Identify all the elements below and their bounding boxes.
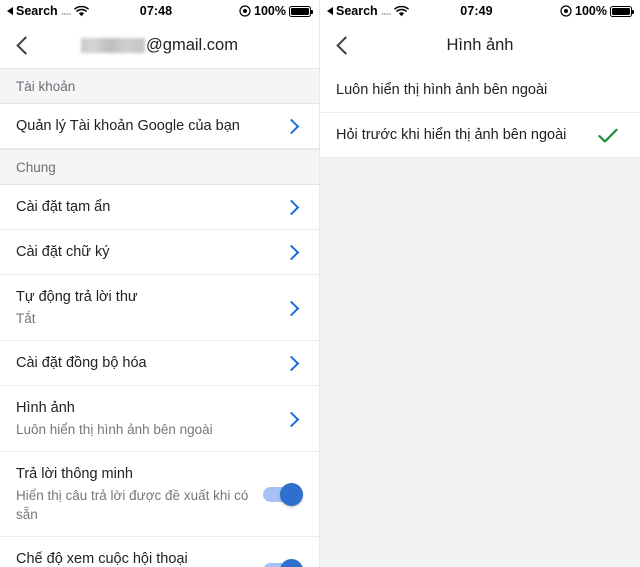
row-texts: Hình ảnh Luôn hiển thị hình ảnh bên ngoà… (16, 399, 286, 439)
toggle-knob (280, 558, 303, 567)
dual-screenshot-container: Search .... 07:48 100% @gmail.com Tài kh… (0, 0, 640, 567)
row-texts: Tự động trả lời thư Tắt (16, 288, 286, 328)
left-phone-screen: Search .... 07:48 100% @gmail.com Tài kh… (0, 0, 320, 567)
list-item-snooze-settings[interactable]: Cài đặt tạm ẩn (0, 185, 319, 230)
list-item-title: Tự động trả lời thư (16, 289, 138, 305)
battery-full-icon (610, 5, 635, 17)
left-status-bar: Search .... 07:48 100% (0, 0, 319, 22)
chevron-right-icon (283, 300, 300, 316)
list-item-conversation-view[interactable]: Chế độ xem cuộc hội thoại Nhóm các email… (0, 537, 319, 567)
images-options-list: Luôn hiển thị hình ảnh bên ngoài Hỏi trư… (320, 68, 640, 158)
signal-dots-icon: .... (60, 4, 72, 18)
row-texts: Quản lý Tài khoản Google của bạn (16, 117, 286, 136)
option-ask-before-showing-images[interactable]: Hỏi trước khi hiển thị ảnh bên ngoài (320, 113, 640, 158)
status-back-label[interactable]: Search (16, 4, 58, 18)
back-button[interactable] (0, 22, 46, 68)
chevron-left-icon (335, 35, 355, 55)
list-item-sync-settings[interactable]: Cài đặt đồng bộ hóa (0, 341, 319, 386)
back-button[interactable] (320, 22, 366, 68)
section-header-general: Chung (0, 149, 319, 185)
row-texts: Hỏi trước khi hiển thị ảnh bên ngoài (336, 126, 598, 145)
status-back-label[interactable]: Search (336, 4, 378, 18)
list-item-title: Quản lý Tài khoản Google của bạn (16, 118, 240, 134)
right-scroll-area: Luôn hiển thị hình ảnh bên ngoài Hỏi trư… (320, 68, 640, 567)
left-nav-bar: @gmail.com (0, 22, 319, 68)
toggle-knob (280, 483, 303, 506)
list-item-subtitle: Hiển thị câu trả lời được đề xuất khi có… (16, 488, 249, 522)
wifi-icon (73, 5, 89, 17)
list-item-subtitle: Luôn hiển thị hình ảnh bên ngoài (16, 422, 213, 437)
page-title: @gmail.com (0, 36, 319, 55)
conversation-view-toggle[interactable] (263, 558, 303, 567)
battery-full-icon (289, 5, 314, 17)
list-item-signature-settings[interactable]: Cài đặt chữ ký (0, 230, 319, 275)
back-to-search-triangle-icon[interactable] (7, 7, 13, 15)
list-item-title: Hình ảnh (16, 400, 75, 416)
right-nav-bar: Hình ảnh (320, 22, 640, 68)
signal-dots-icon: .... (380, 4, 392, 18)
row-texts: Cài đặt chữ ký (16, 243, 286, 262)
status-bar-right-group: 100% (499, 4, 635, 18)
left-scroll-area[interactable]: Tài khoản Quản lý Tài khoản Google của b… (0, 68, 319, 567)
option-always-show-images[interactable]: Luôn hiển thị hình ảnh bên ngoài (320, 68, 640, 113)
checkmark-icon (598, 128, 618, 144)
option-label: Hỏi trước khi hiển thị ảnh bên ngoài (336, 127, 567, 143)
chevron-left-icon (15, 35, 35, 55)
list-item-title: Cài đặt chữ ký (16, 244, 110, 260)
back-to-search-triangle-icon[interactable] (327, 7, 333, 15)
chevron-right-icon (283, 118, 300, 135)
page-title: Hình ảnh (446, 35, 514, 54)
right-status-bar: Search .... 07:49 100% (320, 0, 640, 22)
chevron-right-icon (283, 199, 300, 216)
wifi-icon (393, 5, 409, 17)
status-bar-left-group: Search .... (7, 4, 140, 18)
right-phone-screen: Search .... 07:49 100% Hình ảnh Luôn hiể… (320, 0, 640, 567)
list-item-manage-google-account[interactable]: Quản lý Tài khoản Google của bạn (0, 104, 319, 149)
list-item-title: Cài đặt đồng bộ hóa (16, 355, 147, 371)
smart-reply-toggle[interactable] (263, 483, 303, 506)
empty-area (320, 158, 640, 567)
row-texts: Cài đặt đồng bộ hóa (16, 354, 286, 373)
chevron-right-icon (283, 355, 300, 372)
list-item-images[interactable]: Hình ảnh Luôn hiển thị hình ảnh bên ngoà… (0, 386, 319, 452)
status-bar-clock: 07:48 (139, 4, 173, 18)
list-item-title: Chế độ xem cuộc hội thoại (16, 551, 188, 567)
list-item-title: Cài đặt tạm ẩn (16, 199, 111, 215)
battery-percent-label: 100% (254, 4, 287, 18)
battery-percent-label: 100% (575, 4, 608, 18)
status-bar-right-group: 100% (178, 4, 314, 18)
row-texts: Cài đặt tạm ẩn (16, 198, 286, 217)
list-item-smart-reply[interactable]: Trả lời thông minh Hiển thị câu trả lời … (0, 452, 319, 537)
list-item-vacation-responder[interactable]: Tự động trả lời thư Tắt (0, 275, 319, 341)
status-bar-left-group: Search .... (327, 4, 460, 18)
chevron-right-icon (283, 244, 300, 261)
location-services-icon (239, 5, 251, 17)
page-title-domain: @gmail.com (146, 35, 238, 54)
row-texts: Trả lời thông minh Hiển thị câu trả lời … (16, 465, 263, 524)
list-item-subtitle: Tắt (16, 311, 36, 326)
redacted-username-block (81, 37, 146, 53)
section-header-account: Tài khoản (0, 68, 319, 104)
row-texts: Luôn hiển thị hình ảnh bên ngoài (336, 81, 624, 100)
chevron-right-icon (283, 411, 300, 427)
settings-list: Tài khoản Quản lý Tài khoản Google của b… (0, 68, 319, 567)
list-item-title: Trả lời thông minh (16, 466, 133, 482)
row-texts: Chế độ xem cuộc hội thoại Nhóm các email… (16, 550, 263, 567)
location-services-icon (560, 5, 572, 17)
status-bar-clock: 07:49 (460, 4, 493, 18)
option-label: Luôn hiển thị hình ảnh bên ngoài (336, 82, 548, 98)
